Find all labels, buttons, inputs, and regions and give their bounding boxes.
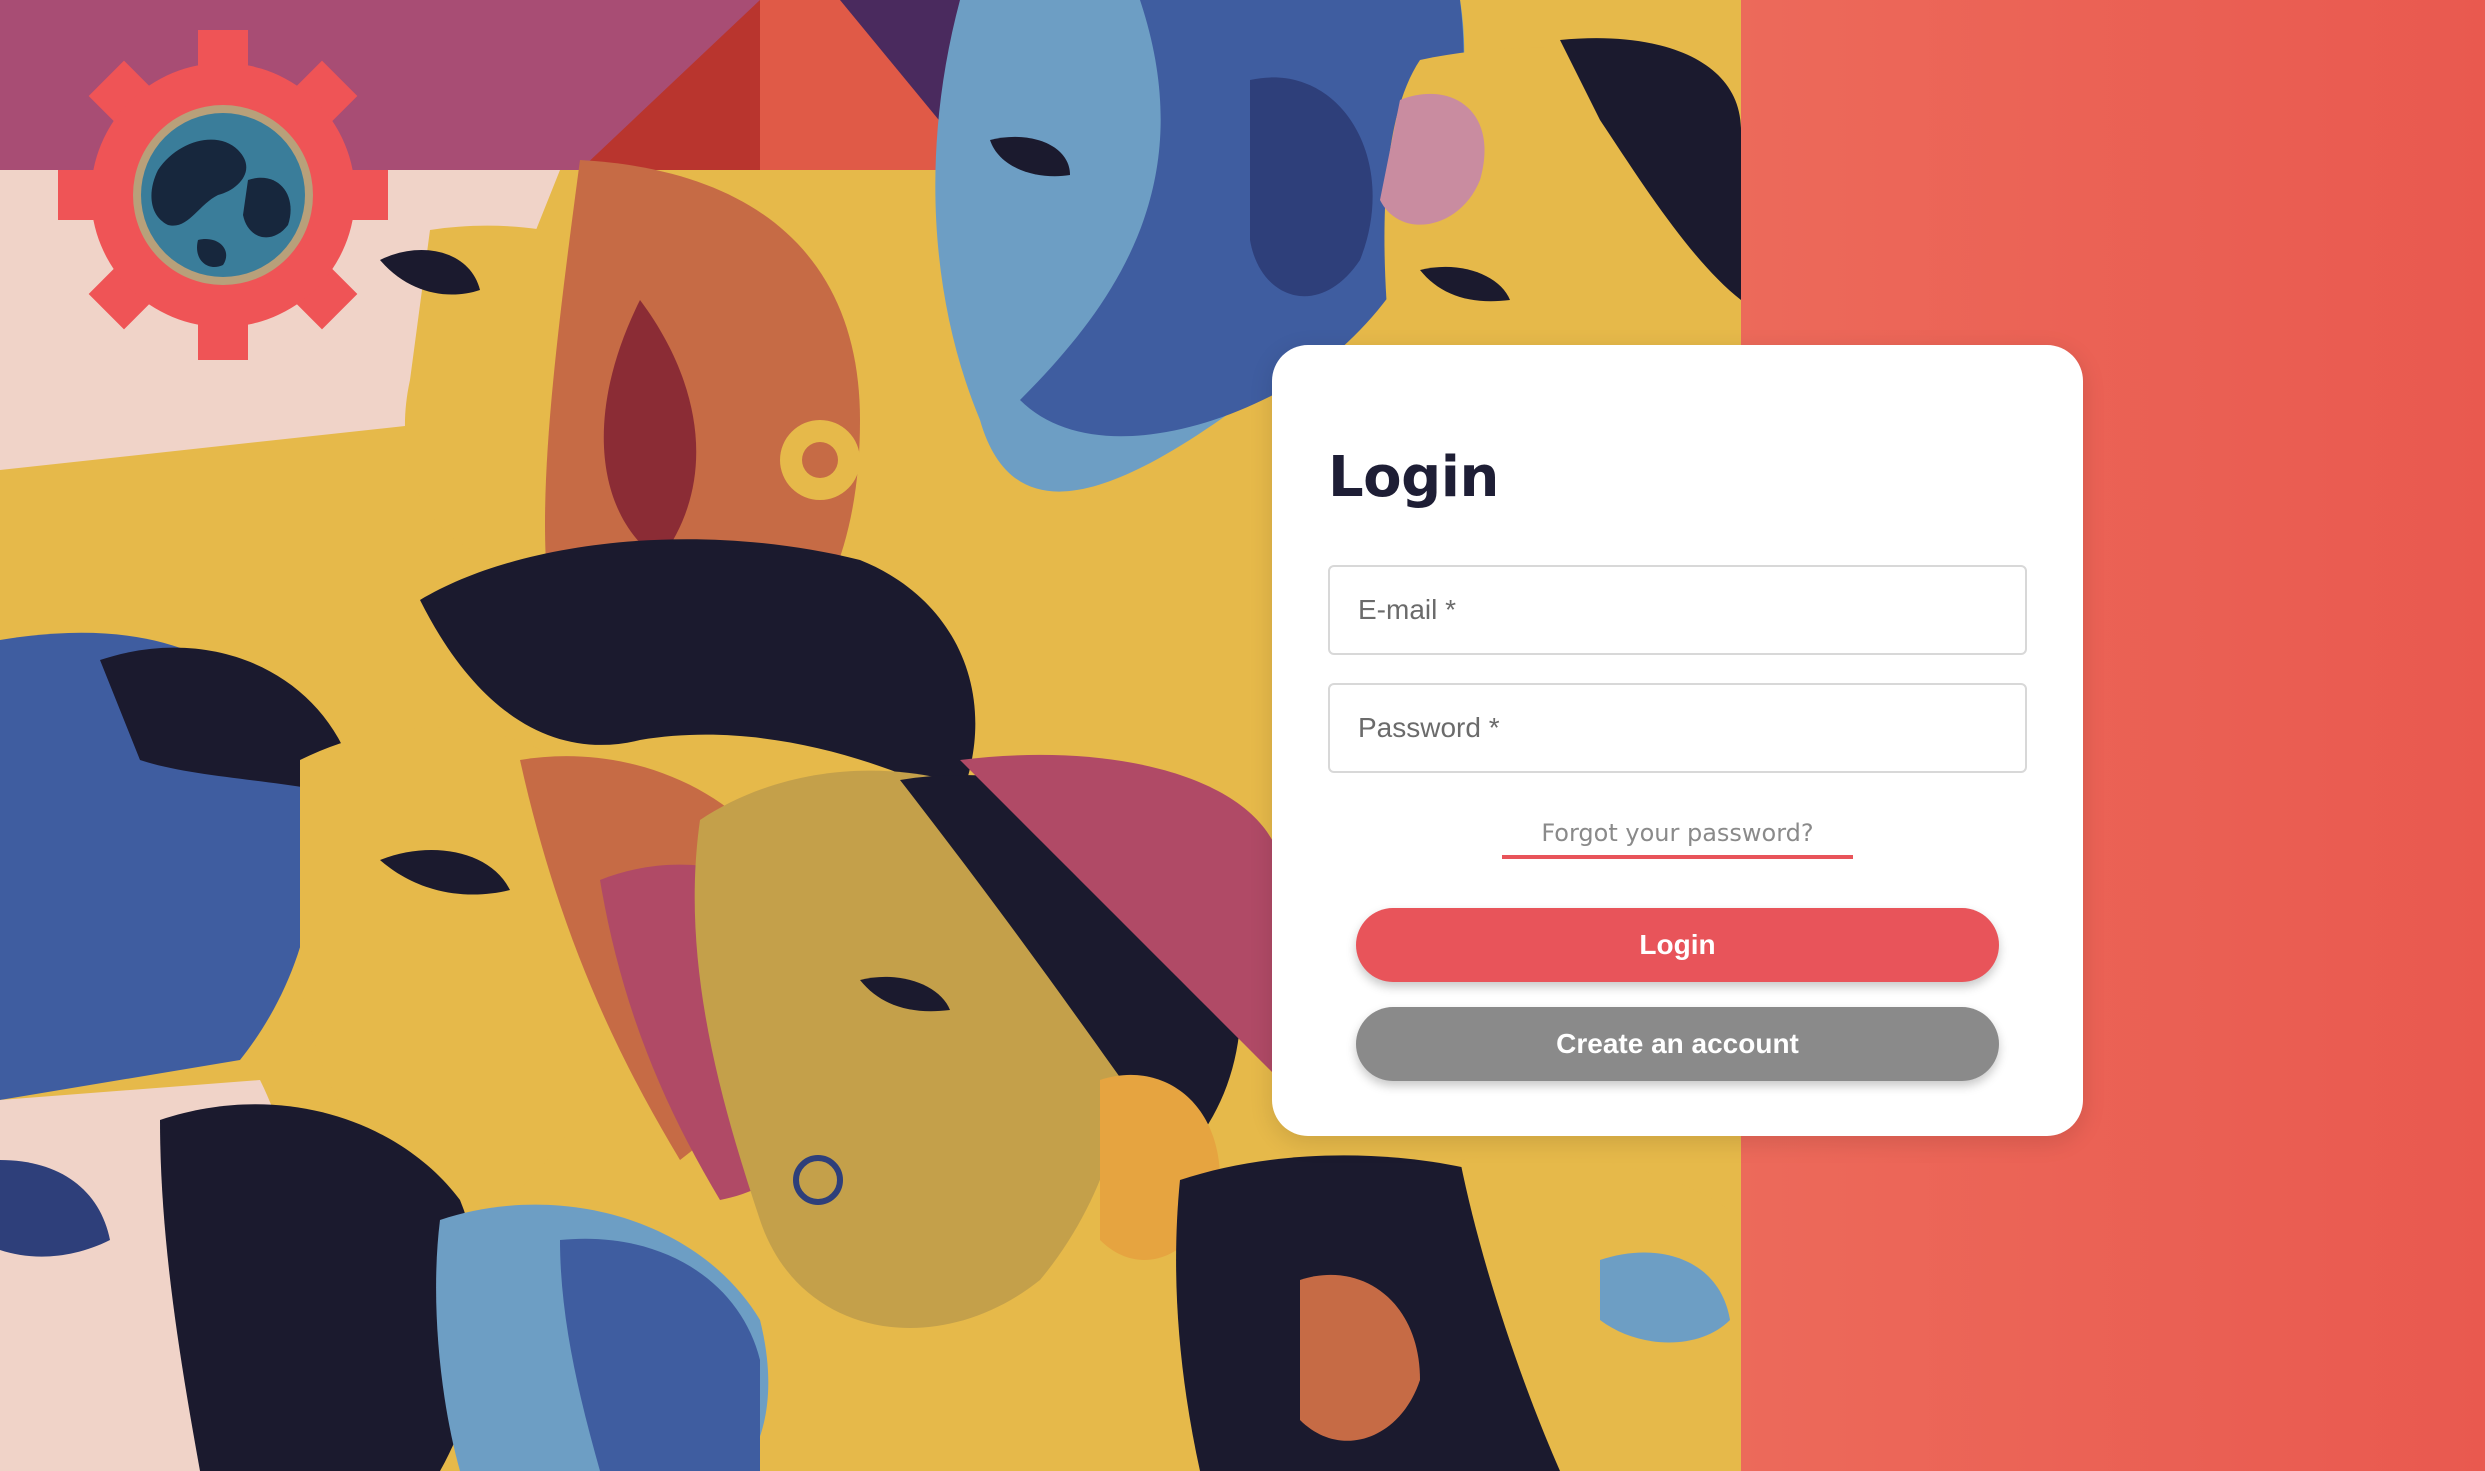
email-input[interactable] [1328,565,2027,655]
login-title: Login [1328,445,1499,510]
login-card: Login Forgot your password? Login Create… [1272,345,2083,1136]
gear-globe-icon [48,20,398,370]
forgot-password-link[interactable]: Forgot your password? [1502,819,1853,859]
create-account-button[interactable]: Create an account [1356,1007,1999,1081]
login-button[interactable]: Login [1356,908,1999,982]
password-input[interactable] [1328,683,2027,773]
